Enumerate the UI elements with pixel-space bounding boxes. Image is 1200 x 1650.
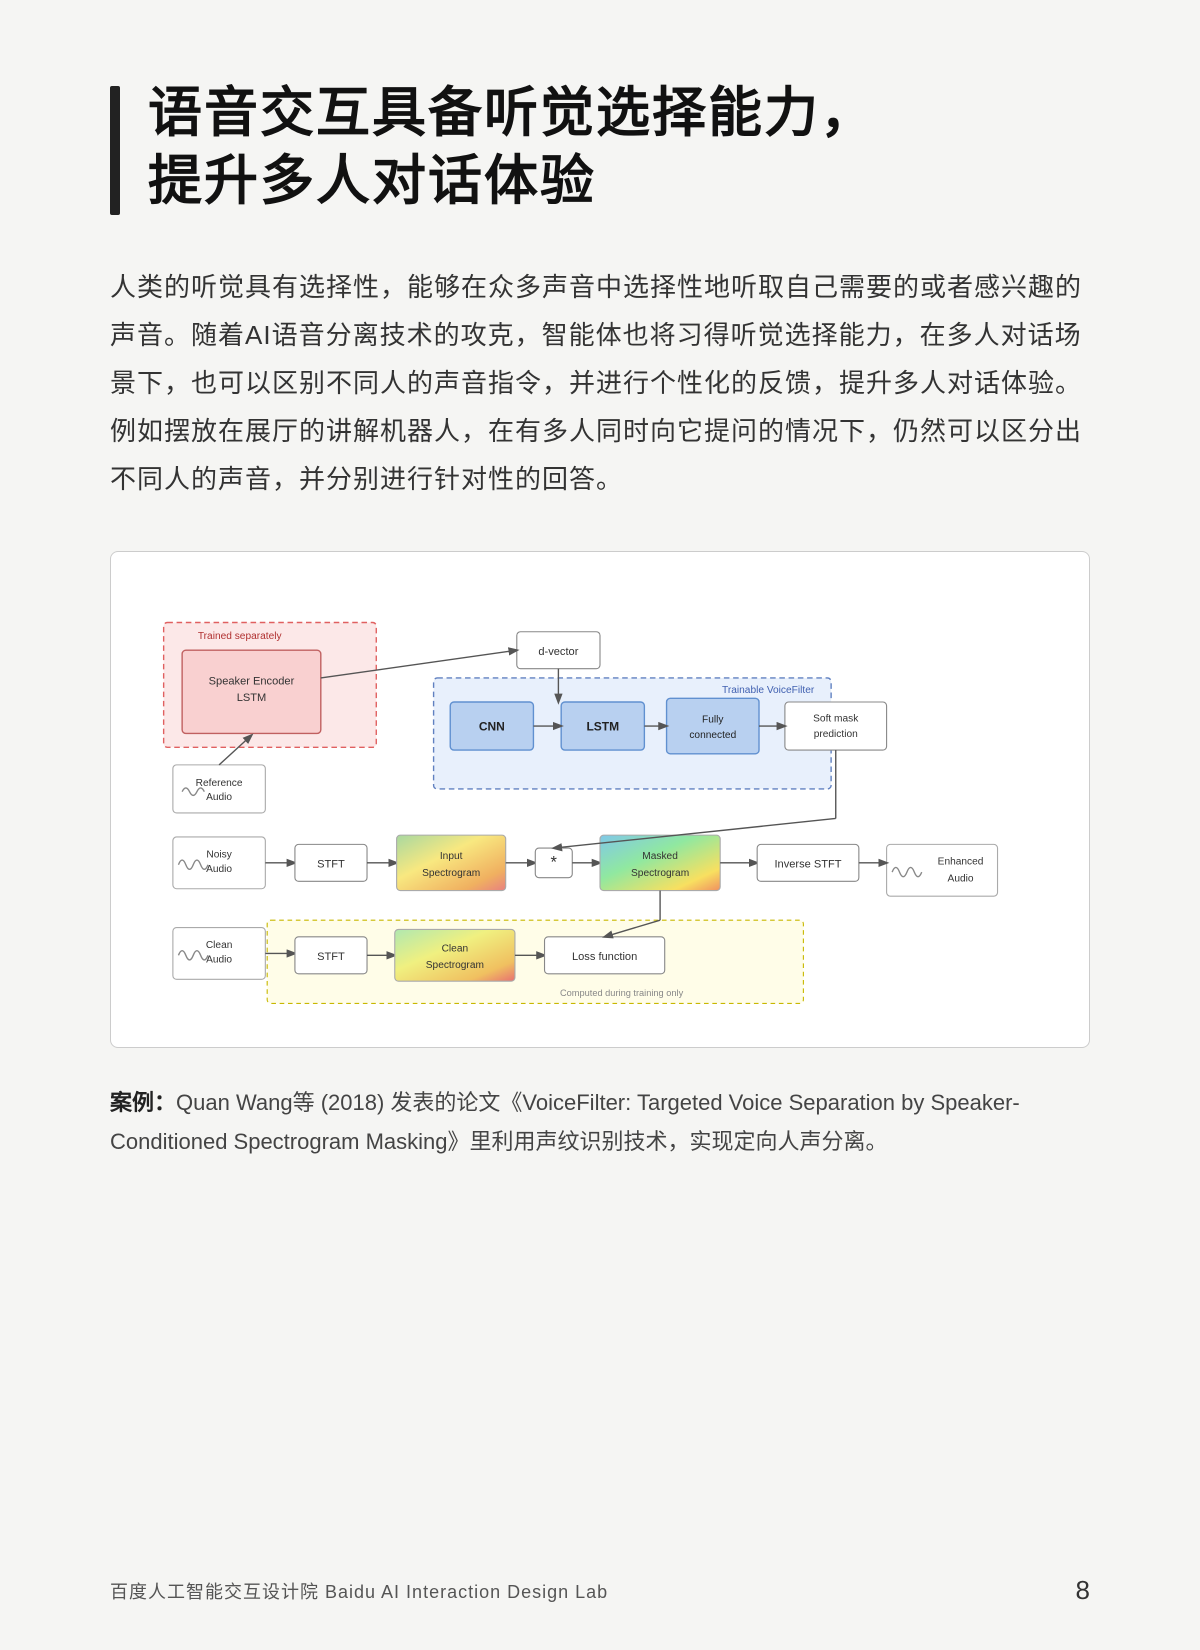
svg-text:prediction: prediction	[814, 730, 858, 741]
svg-text:Speaker Encoder: Speaker Encoder	[209, 676, 295, 688]
caption: 案例：Quan Wang等 (2018) 发表的论文《VoiceFilter: …	[110, 1084, 1090, 1161]
diagram-container: Trained separately Speaker Encoder LSTM …	[110, 551, 1090, 1048]
svg-text:Spectrogram: Spectrogram	[422, 868, 480, 879]
footer: 百度人工智能交互设计院 Baidu AI Interaction Design …	[0, 1575, 1200, 1606]
svg-text:connected: connected	[689, 731, 736, 742]
svg-text:LSTM: LSTM	[586, 720, 619, 734]
svg-text:Inverse STFT: Inverse STFT	[774, 859, 841, 871]
svg-text:*: *	[551, 853, 558, 872]
svg-text:Spectrogram: Spectrogram	[426, 961, 484, 972]
svg-text:Audio: Audio	[206, 792, 232, 803]
svg-text:Audio: Audio	[206, 865, 232, 876]
svg-text:Spectrogram: Spectrogram	[631, 868, 689, 879]
svg-text:Fully: Fully	[702, 715, 724, 726]
body-paragraph: 人类的听觉具有选择性，能够在众多声音中选择性地听取自己需要的或者感兴趣的声音。随…	[110, 263, 1090, 503]
title-bar: 语音交互具备听觉选择能力， 提升多人对话体验	[110, 80, 1090, 215]
svg-text:STFT: STFT	[317, 859, 345, 871]
footer-page-number: 8	[1076, 1575, 1090, 1606]
svg-text:Computed during training only: Computed during training only	[560, 988, 684, 998]
voicefilter-diagram: Trained separately Speaker Encoder LSTM …	[147, 590, 1053, 1010]
svg-text:Enhanced: Enhanced	[938, 857, 984, 868]
svg-text:Input: Input	[440, 852, 463, 863]
page: 语音交互具备听觉选择能力， 提升多人对话体验 人类的听觉具有选择性，能够在众多声…	[0, 0, 1200, 1650]
caption-label: 案例：	[110, 1090, 176, 1115]
svg-text:CNN: CNN	[479, 720, 505, 734]
svg-text:d-vector: d-vector	[538, 646, 578, 658]
svg-text:LSTM: LSTM	[237, 693, 267, 705]
svg-text:Audio: Audio	[948, 874, 974, 885]
svg-text:Loss function: Loss function	[572, 951, 637, 963]
title-accent	[110, 86, 120, 215]
svg-text:Audio: Audio	[206, 955, 232, 966]
footer-lab-name: 百度人工智能交互设计院 Baidu AI Interaction Design …	[110, 1578, 608, 1604]
svg-text:Trainable VoiceFilter: Trainable VoiceFilter	[722, 685, 815, 696]
svg-text:Clean: Clean	[206, 940, 233, 951]
svg-text:Reference: Reference	[196, 779, 243, 790]
page-title: 语音交互具备听觉选择能力， 提升多人对话体验	[148, 80, 876, 215]
svg-text:Clean: Clean	[442, 944, 469, 955]
svg-text:Masked: Masked	[642, 852, 678, 863]
svg-text:Noisy: Noisy	[206, 850, 232, 861]
svg-text:Soft mask: Soft mask	[813, 714, 859, 725]
caption-text: Quan Wang等 (2018) 发表的论文《VoiceFilter: Tar…	[110, 1090, 1020, 1154]
svg-text:STFT: STFT	[317, 951, 345, 963]
svg-text:Trained separately: Trained separately	[198, 632, 283, 643]
